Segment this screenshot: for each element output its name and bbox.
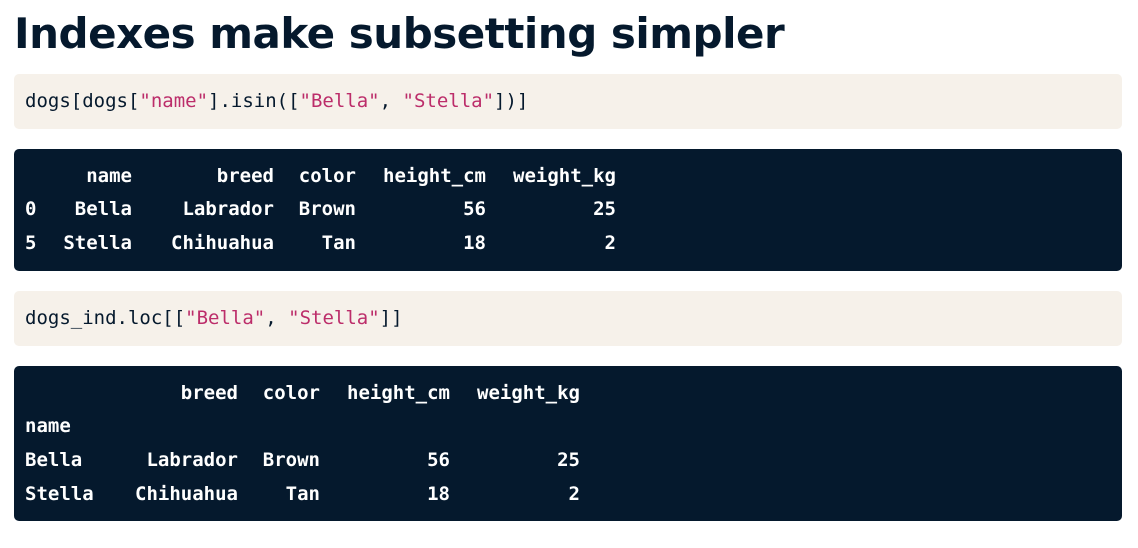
- column-header: color: [262, 382, 320, 404]
- table-cell: Labrador: [146, 449, 238, 471]
- table-cell: 25: [557, 449, 580, 471]
- table-cell: Chihuahua: [171, 232, 274, 254]
- code-block-isin: dogs[dogs["name"].isin(["Bella", "Stella…: [14, 74, 1122, 129]
- column-header: name: [86, 165, 132, 187]
- slide-title: Indexes make subsetting simpler: [14, 9, 785, 58]
- table-cell: Bella: [74, 198, 132, 220]
- column-header: weight_kg: [477, 382, 580, 404]
- table-cell: Chihuahua: [135, 483, 238, 505]
- code-string: "Bella": [299, 90, 380, 112]
- table-cell: 18: [427, 483, 450, 505]
- code-text: ].isin([: [208, 90, 300, 112]
- code-string: "Stella": [288, 307, 380, 329]
- table-cell: 18: [463, 232, 486, 254]
- column-header: color: [298, 165, 356, 187]
- code-block-loc: dogs_ind.loc[["Bella", "Stella"]]: [14, 291, 1122, 346]
- code-string: "Stella": [402, 90, 495, 112]
- column-header: height_cm: [347, 382, 450, 404]
- column-header: height_cm: [383, 165, 486, 187]
- table-cell: 25: [593, 198, 616, 220]
- code-text: dogs_ind.loc[[: [25, 307, 186, 329]
- column-header: breed: [216, 165, 274, 187]
- code-string: "name": [139, 90, 209, 112]
- table-cell: 2: [604, 232, 616, 254]
- table-cell: Brown: [262, 449, 320, 471]
- code-text: ,: [265, 307, 289, 329]
- table-cell: Tan: [285, 483, 320, 505]
- table-cell: 2: [568, 483, 580, 505]
- table-cell: Labrador: [182, 198, 274, 220]
- code-string: "Bella": [185, 307, 266, 329]
- column-header: breed: [180, 382, 238, 404]
- code-text: ]]: [379, 307, 403, 329]
- code-text: ])]: [494, 90, 529, 112]
- index-name: name: [25, 415, 71, 437]
- table-cell: Brown: [298, 198, 356, 220]
- output-block-isin: name breed color height_cm weight_kg 0 B…: [14, 149, 1122, 271]
- code-text: ,: [379, 90, 403, 112]
- column-header: weight_kg: [513, 165, 616, 187]
- code-text: dogs[dogs[: [25, 90, 140, 112]
- table-cell: 56: [427, 449, 450, 471]
- table-cell: Tan: [321, 232, 356, 254]
- output-block-loc: breed color height_cm weight_kg name Bel…: [14, 366, 1122, 521]
- table-cell: 56: [463, 198, 486, 220]
- table-cell: Stella: [63, 232, 132, 254]
